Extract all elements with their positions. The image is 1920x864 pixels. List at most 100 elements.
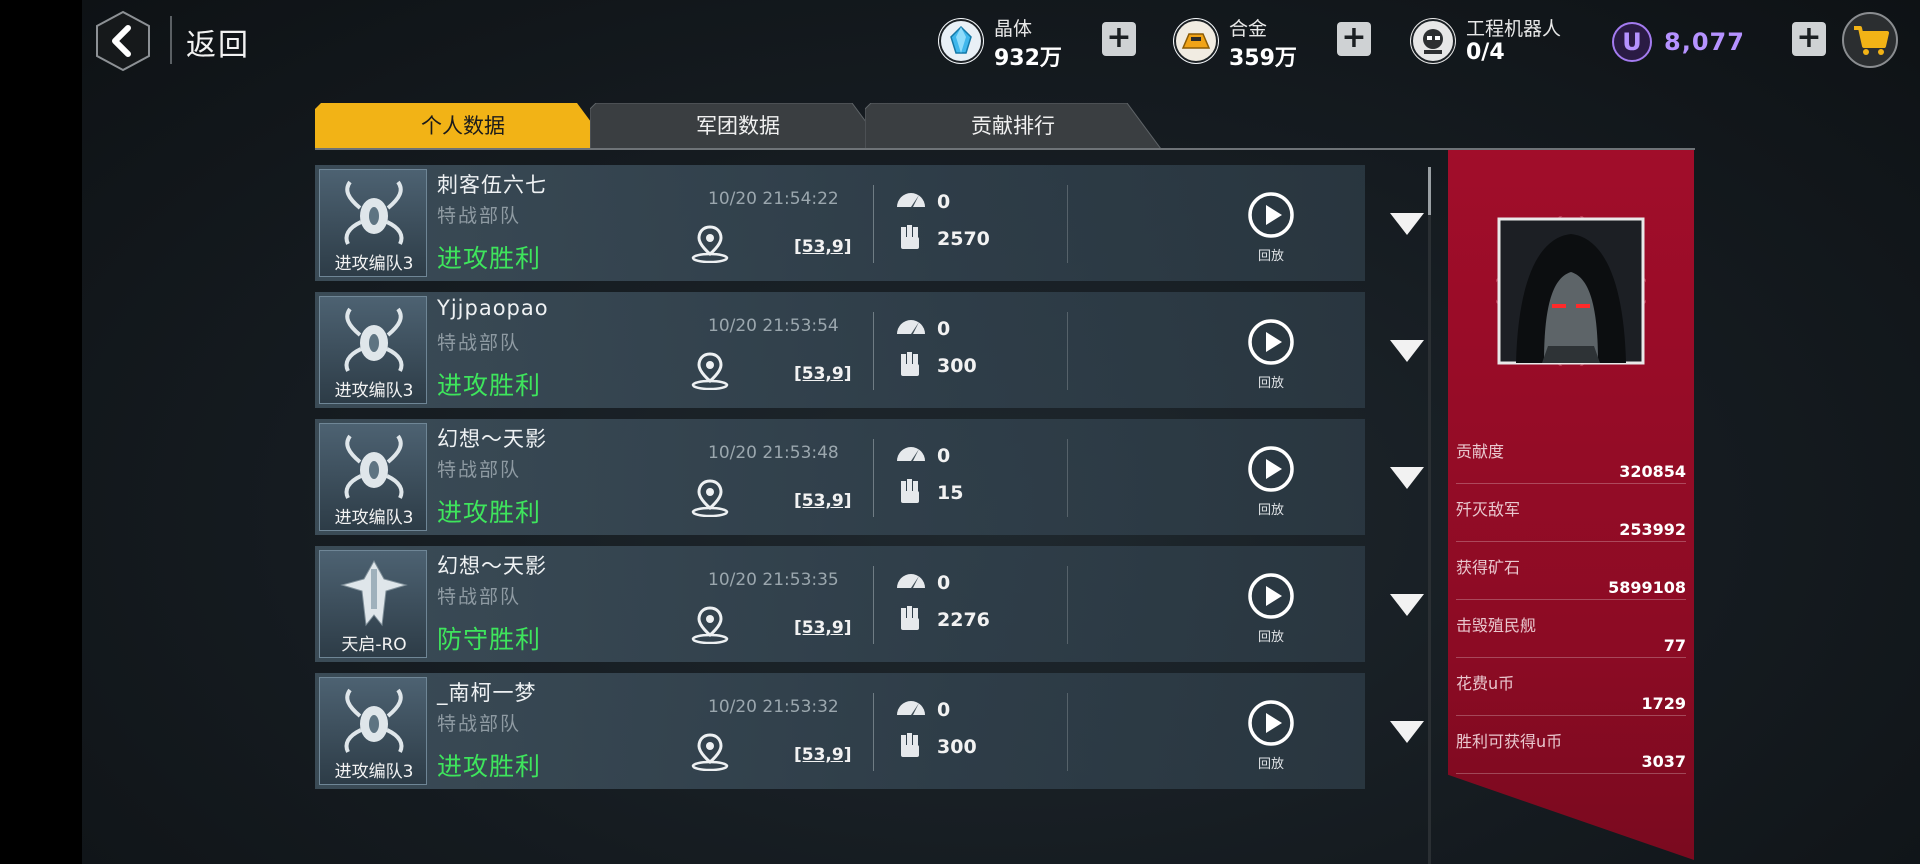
cart-icon	[1854, 26, 1889, 55]
unit-thumbnail[interactable]: 进攻编队3	[319, 423, 427, 531]
speed-gauge-icon	[897, 193, 925, 207]
tab-legion-label: 军团数据	[696, 114, 780, 138]
u-coin-value: 8,077	[1664, 28, 1745, 56]
battle-record-row[interactable]: 天启-RO 幻想～天影 特战部队 防守胜利 10/20 21:53:35 [53…	[315, 546, 1365, 662]
replay-label[interactable]: 回放	[1244, 626, 1298, 645]
battle-result: 进攻胜利	[437, 498, 542, 527]
battle-record-row[interactable]: 进攻编队3 幻想～天影 特战部队 进攻胜利 10/20 21:53:48 [53…	[315, 419, 1365, 535]
divider	[873, 566, 874, 644]
coordinate-link[interactable]: [53,9]	[794, 237, 851, 257]
stat-value-2: 2276	[937, 609, 990, 631]
unit-thumbnail[interactable]: 进攻编队3	[319, 296, 427, 404]
speed-gauge-icon	[897, 447, 925, 461]
profile-stat-label: 胜利可获得u币	[1456, 732, 1563, 751]
tab-underline	[315, 148, 1695, 150]
alloy-icon	[1173, 18, 1219, 64]
unit-thumbnail[interactable]: 天启-RO	[319, 550, 427, 658]
profile-stat-value: 3037	[1456, 752, 1686, 774]
unit-label: 进攻编队3	[334, 254, 414, 274]
tab-contribution-ranking[interactable]: 贡献排行	[865, 103, 1161, 149]
replay-label[interactable]: 回放	[1244, 499, 1298, 518]
crystal-value: 932万	[994, 46, 1062, 71]
replay-play-icon[interactable]	[1247, 699, 1295, 747]
crystal-resource: 晶体 932万	[938, 12, 1078, 72]
replay-label[interactable]: 回放	[1244, 753, 1298, 772]
spider-mech-icon	[344, 180, 404, 245]
battle-record-row[interactable]: 进攻编队3 刺客伍六七 特战部队 进攻胜利 10/20 21:54:22 [53…	[315, 165, 1365, 281]
scrollbar-thumb[interactable]	[1428, 167, 1431, 215]
profile-stat-value: 320854	[1456, 462, 1686, 484]
replay-play-icon[interactable]	[1247, 445, 1295, 493]
replay-label[interactable]: 回放	[1244, 245, 1298, 264]
add-crystal-button[interactable]: +	[1102, 22, 1136, 56]
profile-panel: 贡献度 320854 歼灭敌军 253992 获得矿石 5899108 击毁殖民舰 77 花费u…	[1448, 150, 1694, 860]
player-team: 特战部队	[437, 332, 522, 354]
battle-time: 10/20 21:53:32	[708, 697, 839, 717]
battle-result: 防守胜利	[437, 625, 542, 654]
player-team: 特战部队	[437, 713, 522, 735]
avatar[interactable]	[1484, 204, 1658, 378]
unit-label: 天启-RO	[341, 635, 407, 655]
scrollbar-track[interactable]	[1428, 167, 1431, 864]
location-pin-icon	[691, 225, 729, 263]
back-button[interactable]	[92, 10, 154, 72]
battle-record-row[interactable]: 进攻编队3 _南柯一梦 特战部队 进攻胜利 10/20 21:53:32 [53…	[315, 673, 1365, 789]
battle-record-row[interactable]: 进攻编队3 Yjjpaopao 特战部队 进攻胜利 10/20 21:53:54…	[315, 292, 1365, 408]
robot-value: 0/4	[1466, 40, 1505, 65]
stat-value-2: 2570	[937, 228, 990, 250]
stat-value-1: 0	[937, 318, 951, 340]
top-bar: 返回 晶体 932万 + 合金 359万 + 工程机器人 0/4 U 8,077…	[0, 0, 1920, 82]
fist-power-icon	[901, 606, 919, 630]
tab-personal-data[interactable]: 个人数据	[315, 103, 611, 149]
unit-thumbnail[interactable]: 进攻编队3	[319, 169, 427, 277]
back-arrow-icon	[96, 10, 150, 72]
coordinate-link[interactable]: [53,9]	[794, 618, 851, 638]
add-u-coin-button[interactable]: +	[1792, 22, 1826, 56]
coordinate-link[interactable]: [53,9]	[794, 491, 851, 511]
location-pin-icon	[691, 733, 729, 771]
replay-label[interactable]: 回放	[1244, 372, 1298, 391]
divider	[1067, 566, 1068, 644]
unit-label: 进攻编队3	[334, 762, 414, 782]
divider	[170, 16, 172, 64]
player-name: _南柯一梦	[437, 681, 537, 705]
expand-chevron-icon[interactable]	[1390, 213, 1424, 235]
stat-value-1: 0	[937, 699, 951, 721]
unit-thumbnail[interactable]: 进攻编队3	[319, 677, 427, 785]
unit-label: 进攻编队3	[334, 381, 414, 401]
stat-value-2: 15	[937, 482, 964, 504]
replay-play-icon[interactable]	[1247, 572, 1295, 620]
stat-value-1: 0	[937, 445, 951, 467]
player-name: 幻想～天影	[437, 427, 547, 451]
replay-play-icon[interactable]	[1247, 318, 1295, 366]
speed-gauge-icon	[897, 574, 925, 588]
tab-legion-data[interactable]: 军团数据	[590, 103, 886, 149]
player-team: 特战部队	[437, 205, 522, 227]
expand-chevron-icon[interactable]	[1390, 594, 1424, 616]
battle-result: 进攻胜利	[437, 752, 542, 781]
hooded-commander-avatar	[1484, 204, 1658, 378]
coordinate-link[interactable]: [53,9]	[794, 364, 851, 384]
robot-resource: 工程机器人 0/4	[1410, 12, 1590, 72]
divider	[873, 185, 874, 263]
replay-play-icon[interactable]	[1247, 191, 1295, 239]
divider	[1067, 185, 1068, 263]
location-pin-icon	[691, 479, 729, 517]
coordinate-link[interactable]: [53,9]	[794, 745, 851, 765]
fist-power-icon	[901, 479, 919, 503]
expand-chevron-icon[interactable]	[1390, 340, 1424, 362]
back-label[interactable]: 返回	[186, 20, 250, 64]
shop-cart-button[interactable]	[1842, 12, 1898, 68]
expand-chevron-icon[interactable]	[1390, 467, 1424, 489]
location-pin-icon	[691, 352, 729, 390]
divider	[873, 439, 874, 517]
profile-stats: 贡献度 320854 歼灭敌军 253992 获得矿石 5899108 击毁殖民舰 77 花费u…	[1456, 438, 1686, 786]
fist-power-icon	[901, 733, 919, 757]
stat-value-2: 300	[937, 355, 977, 377]
expand-chevron-icon[interactable]	[1390, 721, 1424, 743]
add-alloy-button[interactable]: +	[1337, 22, 1371, 56]
crystal-icon	[938, 18, 984, 64]
divider	[1067, 312, 1068, 390]
speed-gauge-icon	[897, 320, 925, 334]
profile-stat-label: 贡献度	[1456, 442, 1505, 461]
